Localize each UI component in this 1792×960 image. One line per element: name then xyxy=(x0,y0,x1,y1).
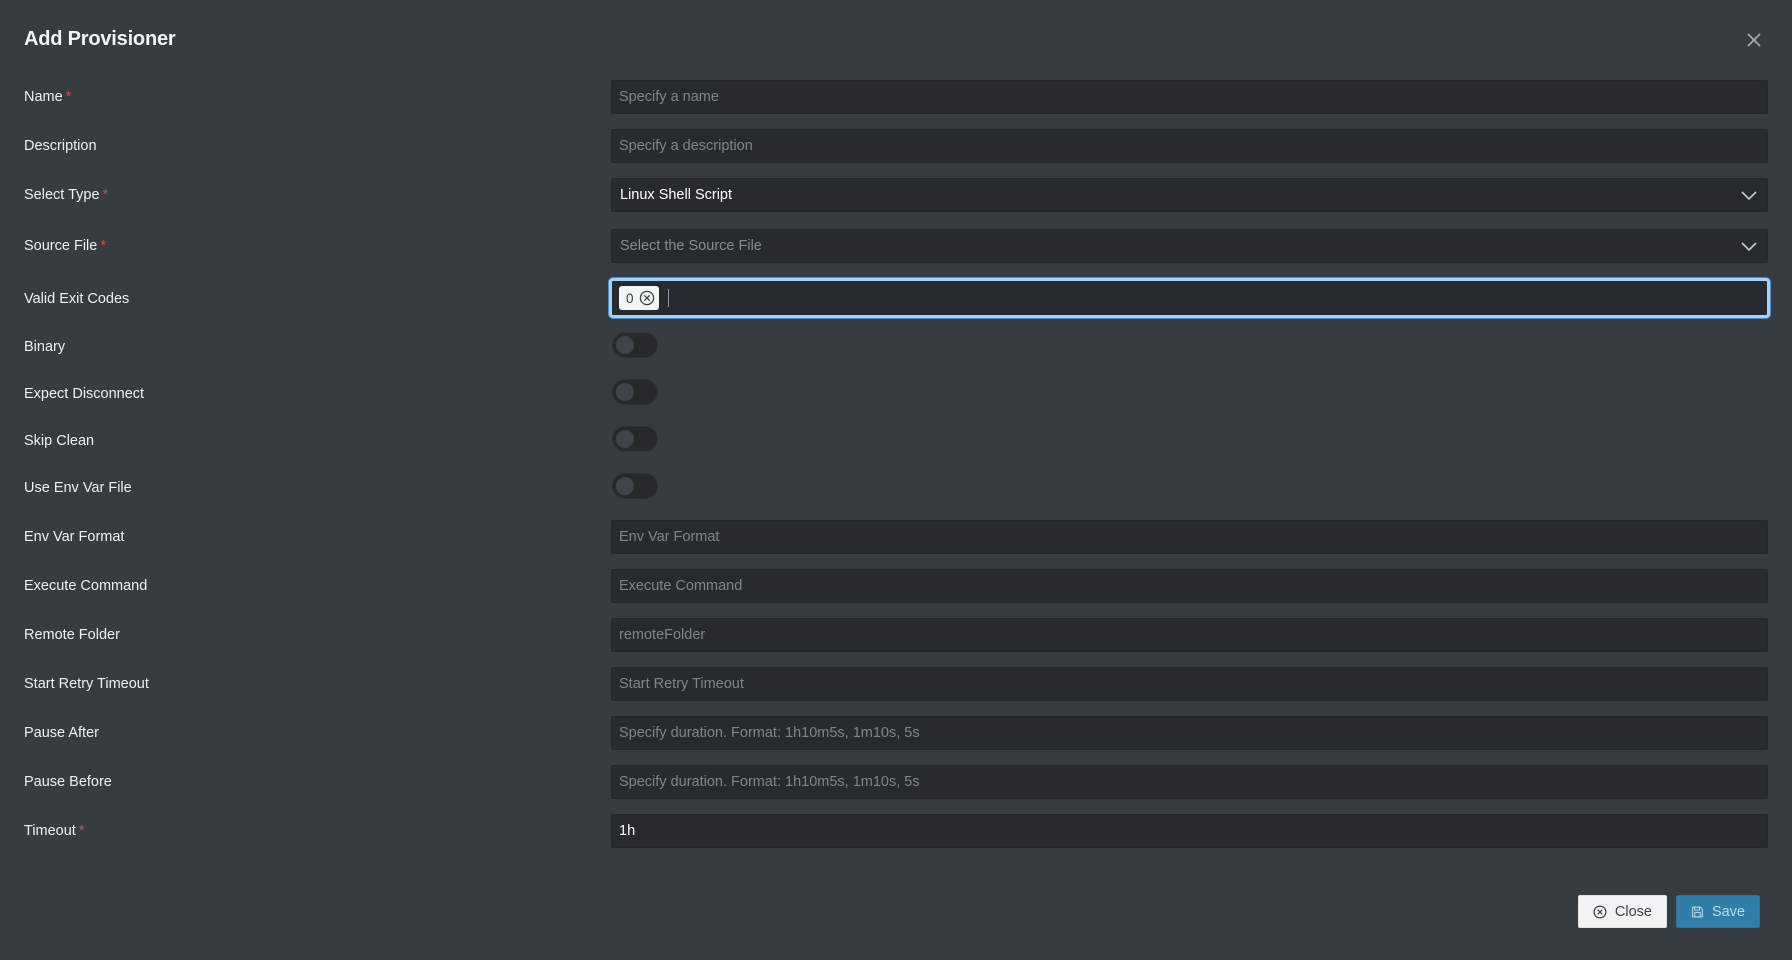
required-mark: * xyxy=(65,89,72,105)
skip-clean-row: Skip Clean xyxy=(0,424,1792,458)
start-retry-timeout-label: Start Retry Timeout xyxy=(24,676,149,692)
exit-code-chip-label: 0 xyxy=(626,290,634,306)
start-retry-timeout-row: Start Retry Timeout xyxy=(0,667,1792,701)
execute-command-label: Execute Command xyxy=(24,578,148,594)
timeout-row: Timeout * xyxy=(0,814,1792,848)
source-file-placeholder: Select the Source File xyxy=(620,238,762,254)
execute-command-input[interactable] xyxy=(611,569,1768,603)
required-mark: * xyxy=(102,187,109,203)
remote-folder-row: Remote Folder xyxy=(0,618,1792,652)
use-env-var-file-toggle[interactable] xyxy=(612,473,658,499)
select-type-label: Select Type * xyxy=(24,187,109,203)
pause-after-label: Pause After xyxy=(24,725,99,741)
select-type-row: Select Type * Linux Shell Script xyxy=(0,178,1792,212)
text-cursor xyxy=(667,289,669,307)
expect-disconnect-toggle[interactable] xyxy=(612,379,658,405)
dialog-title: Add Provisioner xyxy=(24,28,176,50)
close-icon[interactable] xyxy=(1742,28,1766,52)
valid-exit-codes-row: Valid Exit Codes 0 xyxy=(0,278,1792,318)
toggle-knob xyxy=(616,383,634,401)
pause-after-input[interactable] xyxy=(611,716,1768,750)
chevron-down-icon xyxy=(1741,242,1757,252)
description-label: Description xyxy=(24,138,97,154)
select-type-dropdown[interactable]: Linux Shell Script xyxy=(611,178,1768,212)
floppy-disk-icon xyxy=(1692,906,1703,917)
name-row: Name * xyxy=(0,80,1792,114)
save-button[interactable]: Save xyxy=(1676,895,1760,928)
skip-clean-toggle[interactable] xyxy=(612,426,658,452)
use-env-var-file-row: Use Env Var File xyxy=(0,471,1792,505)
name-input[interactable] xyxy=(611,80,1768,114)
execute-command-row: Execute Command xyxy=(0,569,1792,603)
source-file-row: Source File * Select the Source File xyxy=(0,229,1792,263)
expect-disconnect-label: Expect Disconnect xyxy=(24,386,145,402)
source-file-label: Source File * xyxy=(24,238,106,254)
remote-folder-label: Remote Folder xyxy=(24,627,120,643)
name-label: Name * xyxy=(24,89,72,105)
env-var-format-row: Env Var Format xyxy=(0,520,1792,554)
pause-after-row: Pause After xyxy=(0,716,1792,750)
start-retry-timeout-input[interactable] xyxy=(611,667,1768,701)
required-mark: * xyxy=(78,823,85,839)
timeout-input[interactable] xyxy=(611,814,1768,848)
exit-code-chip: 0 xyxy=(619,286,659,310)
description-row: Description xyxy=(0,129,1792,163)
close-button[interactable]: Close xyxy=(1578,895,1667,928)
binary-label: Binary xyxy=(24,339,66,355)
pause-before-row: Pause Before xyxy=(0,765,1792,799)
use-env-var-file-label: Use Env Var File xyxy=(24,480,132,496)
source-file-dropdown[interactable]: Select the Source File xyxy=(611,229,1768,263)
close-button-label: Close xyxy=(1614,903,1652,920)
circle-x-icon xyxy=(1593,904,1607,919)
remote-folder-input[interactable] xyxy=(611,618,1768,652)
required-mark: * xyxy=(100,238,106,254)
binary-toggle[interactable] xyxy=(612,332,658,358)
save-button-label: Save xyxy=(1711,903,1745,920)
env-var-format-label: Env Var Format xyxy=(24,529,125,545)
close-icon-glyph xyxy=(1747,33,1761,47)
chevron-down-icon xyxy=(1741,191,1757,201)
add-provisioner-dialog: Add Provisioner Name* Description Select… xyxy=(0,0,1792,960)
env-var-format-input[interactable] xyxy=(611,520,1768,554)
binary-row: Binary xyxy=(0,330,1792,364)
valid-exit-codes-label: Valid Exit Codes xyxy=(24,291,130,307)
timeout-label: Timeout * xyxy=(24,823,85,839)
valid-exit-codes-input[interactable]: 0 xyxy=(609,278,1770,318)
skip-clean-label: Skip Clean xyxy=(24,433,95,449)
description-input[interactable] xyxy=(611,129,1768,163)
pause-before-label: Pause Before xyxy=(24,774,112,790)
expect-disconnect-row: Expect Disconnect xyxy=(0,377,1792,411)
toggle-knob xyxy=(616,477,634,495)
remove-chip-icon[interactable] xyxy=(639,290,655,306)
toggle-knob xyxy=(616,430,634,448)
select-type-value: Linux Shell Script xyxy=(620,187,733,203)
pause-before-input[interactable] xyxy=(611,765,1768,799)
toggle-knob xyxy=(616,336,634,354)
